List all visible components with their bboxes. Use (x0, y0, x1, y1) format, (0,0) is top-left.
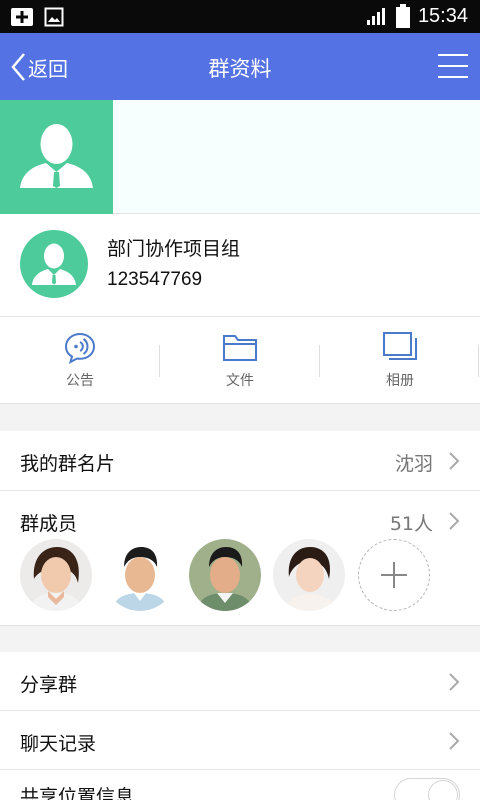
toggle-knob (428, 780, 458, 800)
chevron-right-icon (449, 452, 460, 470)
group-members-row[interactable]: 群成员 51人 (0, 491, 480, 626)
my-group-card-row[interactable]: 我的群名片 沈羽 (0, 431, 480, 491)
share-location-label: 共享位置信息 (20, 786, 135, 800)
announcement-button[interactable]: 公告 (0, 317, 160, 404)
menu-button[interactable] (438, 52, 468, 80)
chevron-right-icon (449, 512, 460, 530)
status-time: 15:34 (417, 4, 468, 27)
person-icon (20, 124, 93, 188)
chat-history-row[interactable]: 聊天记录 (0, 711, 480, 770)
group-tools: 公告 文件 相册 (0, 317, 480, 404)
member-photo (273, 539, 345, 611)
add-notification-icon (11, 8, 33, 26)
share-location-toggle[interactable] (394, 778, 460, 800)
group-name: 部门协作项目组 (107, 238, 241, 260)
add-member-button[interactable] (358, 539, 430, 611)
member-photo (189, 539, 261, 611)
group-cover (0, 100, 480, 214)
signal-icon (366, 8, 385, 25)
share-group-label: 分享群 (20, 674, 78, 696)
album-icon (383, 332, 417, 360)
members-label: 群成员 (20, 513, 78, 535)
album-label: 相册 (386, 373, 414, 389)
chevron-right-icon (449, 732, 460, 750)
members-count: 51人 (389, 513, 433, 535)
member-photo (104, 539, 176, 611)
title-bar: 返回 群资料 (0, 33, 480, 100)
my-group-card-value: 沈羽 (394, 453, 433, 475)
section-gap (0, 626, 480, 652)
announcement-icon (64, 332, 96, 364)
group-avatar[interactable] (20, 230, 88, 298)
album-button[interactable]: 相册 (320, 317, 480, 404)
divider (478, 345, 479, 377)
group-cover-avatar[interactable] (0, 100, 113, 214)
image-notification-icon (44, 7, 64, 27)
group-id: 123547769 (107, 269, 203, 290)
member-photo (20, 539, 92, 611)
member-avatar[interactable] (189, 539, 261, 611)
folder-icon (223, 335, 257, 361)
files-label: 文件 (226, 373, 254, 389)
announcement-label: 公告 (66, 373, 94, 389)
section-gap (0, 404, 480, 431)
member-avatar[interactable] (273, 539, 345, 611)
my-group-card-label: 我的群名片 (20, 453, 116, 475)
share-location-row[interactable]: 共享位置信息 (0, 770, 480, 800)
status-bar: 15:34 (0, 0, 480, 33)
group-info-card: 部门协作项目组 123547769 (0, 214, 480, 317)
member-avatar[interactable] (104, 539, 176, 611)
page-title: 群资料 (208, 57, 272, 81)
member-avatar[interactable] (20, 539, 92, 611)
share-group-row[interactable]: 分享群 (0, 652, 480, 711)
chevron-right-icon (449, 673, 460, 691)
files-button[interactable]: 文件 (160, 317, 320, 404)
battery-icon (395, 4, 410, 28)
menu-icon (438, 54, 468, 56)
person-icon (32, 243, 76, 285)
chat-history-label: 聊天记录 (20, 733, 97, 755)
